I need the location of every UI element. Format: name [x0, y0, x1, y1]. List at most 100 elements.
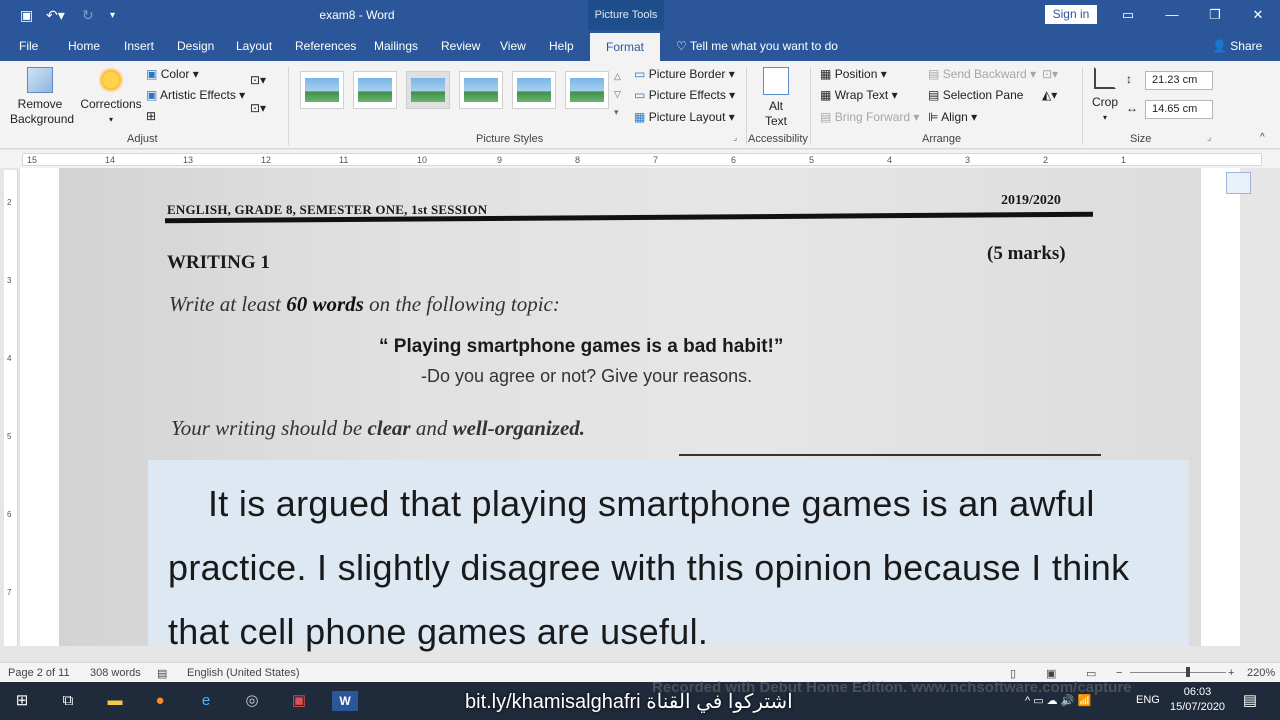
ruler-number: 7 — [653, 155, 659, 165]
divider — [679, 454, 1101, 456]
height-field[interactable]: 21.23 cm — [1145, 71, 1213, 90]
alt-text-button[interactable]: Alt Text — [756, 67, 796, 129]
zoom-level[interactable]: 220% — [1247, 667, 1275, 679]
rotate-icon[interactable]: ◭▾ — [1042, 88, 1057, 102]
zoom-in-icon[interactable]: + — [1228, 667, 1234, 679]
tell-me-search[interactable]: ♡ Tell me what you want to do — [676, 39, 838, 53]
recorder-icon[interactable]: ▣ — [289, 691, 309, 711]
wrap-text-button[interactable]: ▦ Wrap Text ▾ — [820, 88, 898, 102]
word-count[interactable]: 308 words — [90, 667, 141, 679]
tab-help[interactable]: Help — [549, 39, 574, 53]
word-icon[interactable]: W — [332, 691, 358, 711]
send-backward-button[interactable]: ▤ Send Backward ▾ — [928, 67, 1036, 81]
bring-forward-button[interactable]: ▤ Bring Forward ▾ — [820, 110, 919, 124]
ruler-number: 15 — [27, 155, 38, 165]
width-field[interactable]: 14.65 cm — [1145, 100, 1213, 119]
remove-background-button[interactable]: Remove Background — [6, 67, 74, 127]
picture-border-button[interactable]: ▭ Picture Border ▾ — [634, 67, 735, 81]
color-icon: ▣ — [146, 67, 158, 81]
zoom-out-icon[interactable]: − — [1116, 667, 1122, 679]
tab-review[interactable]: Review — [441, 39, 480, 53]
reset-picture-icon[interactable]: ⊡▾ — [250, 101, 266, 115]
picture-tools-context-label: Picture Tools — [588, 0, 664, 30]
artistic-effects-button[interactable]: ▣ Artistic Effects ▾ — [146, 88, 245, 102]
crop-icon — [1094, 67, 1116, 89]
picture-effects-button[interactable]: ▭ Picture Effects ▾ — [634, 88, 735, 102]
picture-layout-button[interactable]: ▦ Picture Layout ▾ — [634, 110, 735, 124]
vertical-ruler[interactable]: 2 3 4 5 6 7 — [4, 170, 18, 646]
ruler-track: 15 14 13 12 11 10 9 8 7 6 5 4 3 2 1 — [22, 153, 1262, 166]
picture-effects-icon: ▭ — [634, 88, 646, 102]
clock[interactable]: 06:03 15/07/2020 — [1170, 685, 1225, 715]
picture-style-3[interactable] — [406, 71, 450, 109]
picture-style-5[interactable] — [512, 71, 556, 109]
compress-pictures-icon[interactable]: ⊞ — [146, 109, 156, 123]
maximize-button[interactable]: ❐ — [1205, 7, 1225, 23]
collapse-ribbon-icon[interactable]: ^ — [1260, 132, 1265, 143]
task-view-icon[interactable]: ⧉ — [58, 691, 78, 711]
chrome-icon[interactable]: ◎ — [242, 691, 262, 711]
tab-home[interactable]: Home — [68, 39, 100, 53]
close-button[interactable]: ✕ — [1248, 7, 1268, 23]
ruler-number: 2 — [7, 198, 12, 207]
notifications-icon[interactable]: ▤ — [1240, 691, 1260, 711]
document-area[interactable]: 2 3 4 5 6 7 ENGLISH, GRADE 8, SEMESTER O… — [0, 168, 1280, 652]
sun-icon — [98, 67, 124, 93]
ruler-number: 4 — [887, 155, 893, 165]
tab-design[interactable]: Design — [177, 39, 214, 53]
ribbon: Remove Background Corrections ▾ ▣ Color … — [0, 61, 1280, 149]
exam-photo[interactable]: ENGLISH, GRADE 8, SEMESTER ONE, 1st SESS… — [59, 168, 1201, 652]
document-page[interactable]: ENGLISH, GRADE 8, SEMESTER ONE, 1st SESS… — [20, 168, 1251, 652]
minimize-button[interactable]: — — [1162, 7, 1182, 22]
corrections-button[interactable]: Corrections ▾ — [80, 67, 142, 127]
color-button[interactable]: ▣ Color ▾ — [146, 67, 199, 81]
picture-style-1[interactable] — [300, 71, 344, 109]
picture-style-4[interactable] — [459, 71, 503, 109]
tab-format[interactable]: Format — [590, 33, 660, 61]
position-button[interactable]: ▦ Position ▾ — [820, 67, 887, 81]
bring-forward-icon: ▤ — [820, 110, 832, 124]
essay-text[interactable]: It is argued that playing smartphone gam… — [168, 472, 1178, 664]
tab-layout[interactable]: Layout — [236, 39, 272, 53]
horizontal-ruler[interactable]: 15 14 13 12 11 10 9 8 7 6 5 4 3 2 1 — [0, 150, 1280, 168]
topic: “ Playing smartphone games is a bad habi… — [379, 336, 784, 357]
selection-pane-button[interactable]: ▤ Selection Pane — [928, 88, 1023, 102]
position-icon: ▦ — [820, 67, 832, 81]
proofing-icon[interactable]: ▤ — [157, 667, 167, 680]
ribbon-display-options-icon[interactable]: ▭ — [1118, 7, 1138, 23]
dialog-launcher-icon[interactable]: ⌟ — [1207, 132, 1211, 143]
artistic-effects-icon: ▣ — [146, 88, 158, 102]
zoom-slider-thumb[interactable] — [1186, 667, 1190, 677]
size-group-label: Size — [1130, 133, 1152, 145]
arrange-group-label: Arrange — [922, 133, 962, 145]
share-button[interactable]: 👤 Share — [1212, 39, 1262, 53]
dialog-launcher-icon[interactable]: ⌟ — [733, 132, 737, 143]
tab-mailings[interactable]: Mailings — [374, 39, 418, 53]
ruler-number: 2 — [1043, 155, 1049, 165]
tab-file[interactable]: File — [19, 39, 38, 53]
picture-style-2[interactable] — [353, 71, 397, 109]
align-button[interactable]: ⊫ Align ▾ — [928, 110, 977, 124]
zoom-slider[interactable] — [1130, 672, 1226, 673]
tab-references[interactable]: References — [295, 39, 356, 53]
tab-insert[interactable]: Insert — [124, 39, 154, 53]
layout-options-icon[interactable] — [1226, 172, 1251, 194]
start-icon[interactable]: ⊞ — [12, 691, 32, 711]
alt-text-icon — [763, 67, 789, 95]
tab-view[interactable]: View — [500, 39, 526, 53]
firefox-icon[interactable]: ● — [150, 691, 170, 711]
language-indicator[interactable]: English (United States) — [187, 667, 300, 679]
language-indicator[interactable]: ENG — [1136, 694, 1160, 706]
style-gallery-scroll[interactable]: △ ▽ ▾ — [614, 67, 621, 121]
essay-textbox[interactable]: It is argued that playing smartphone gam… — [148, 460, 1189, 652]
crop-button[interactable]: Crop ▾ — [1088, 67, 1122, 125]
picture-style-6[interactable] — [565, 71, 609, 109]
page-indicator[interactable]: Page 2 of 11 — [8, 667, 70, 679]
ruler-number: 8 — [575, 155, 581, 165]
file-explorer-icon[interactable]: ▬ — [105, 691, 125, 711]
sign-in-button[interactable]: Sign in — [1045, 5, 1097, 24]
group-objects-icon[interactable]: ⊡▾ — [1042, 67, 1058, 81]
change-picture-icon[interactable]: ⊡▾ — [250, 73, 266, 87]
separator — [746, 67, 747, 145]
internet-explorer-icon[interactable]: e — [196, 691, 216, 711]
